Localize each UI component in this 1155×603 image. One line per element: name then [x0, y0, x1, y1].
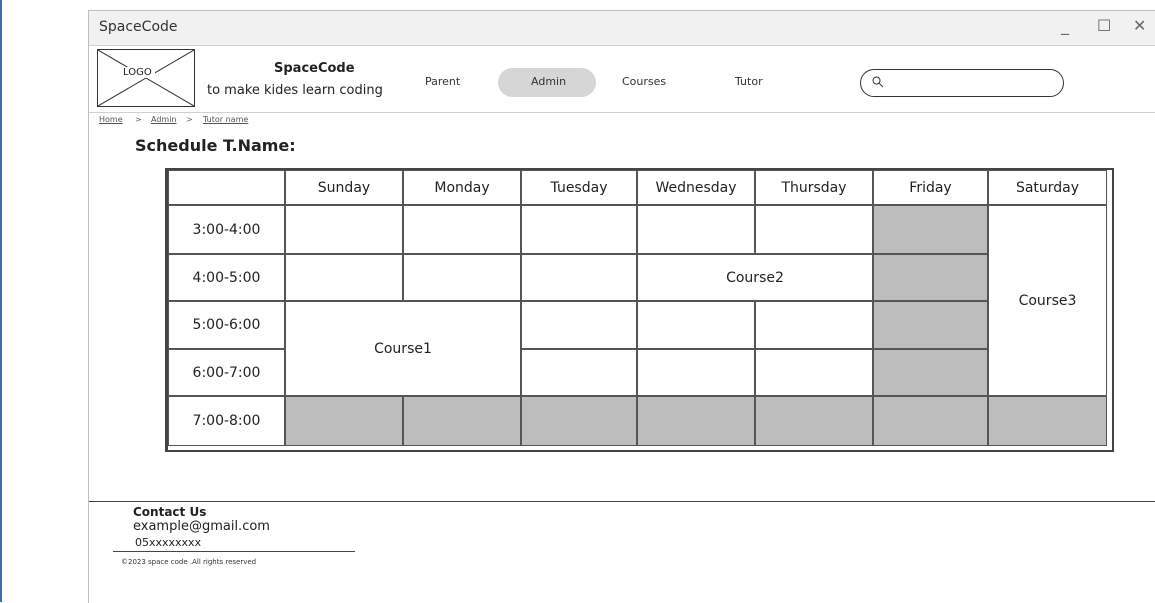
schedule-slot[interactable] — [285, 205, 403, 254]
breadcrumb-admin[interactable]: Admin — [151, 115, 177, 124]
time-slot-label: 4:00-5:00 — [168, 254, 285, 301]
breadcrumb-separator: > — [135, 115, 142, 124]
schedule-slot[interactable] — [521, 301, 637, 349]
minimize-icon[interactable]: _ — [1061, 16, 1069, 35]
title-bar: SpaceCode _ ☐ ✕ — [89, 11, 1155, 46]
unavailable-slot[interactable] — [285, 396, 403, 446]
search-input[interactable] — [889, 73, 1053, 93]
unavailable-slot[interactable] — [873, 254, 988, 301]
time-slot-label: 3:00-4:00 — [168, 205, 285, 254]
schedule-slot[interactable] — [521, 349, 637, 396]
course-block-2[interactable]: Course2 — [637, 254, 873, 301]
maximize-icon[interactable]: ☐ — [1097, 16, 1111, 35]
schedule-slot[interactable] — [403, 205, 521, 254]
time-slot-label: 6:00-7:00 — [168, 349, 285, 396]
nav-parent[interactable]: Parent — [425, 75, 460, 88]
time-slot-label: 7:00-8:00 — [168, 396, 285, 446]
schedule-slot[interactable] — [637, 349, 755, 396]
unavailable-slot[interactable] — [873, 349, 988, 396]
schedule-slot[interactable] — [403, 254, 521, 301]
page-title: Schedule T.Name: — [135, 136, 296, 155]
day-header-monday: Monday — [403, 170, 521, 205]
schedule-slot[interactable] — [521, 254, 637, 301]
unavailable-slot[interactable] — [873, 396, 988, 446]
nav-courses[interactable]: Courses — [622, 75, 666, 88]
unavailable-slot[interactable] — [403, 396, 521, 446]
course-block-1[interactable]: Course1 — [285, 301, 521, 396]
nav-admin[interactable]: Admin — [531, 75, 566, 88]
schedule-slot[interactable] — [755, 349, 873, 396]
search-box[interactable] — [860, 69, 1064, 97]
unavailable-slot[interactable] — [873, 301, 988, 349]
brand-tagline: to make kides learn coding — [207, 83, 383, 98]
schedule-slot[interactable] — [755, 205, 873, 254]
day-header-saturday: Saturday — [988, 170, 1107, 205]
nav-tutor[interactable]: Tutor — [735, 75, 763, 88]
window-title: SpaceCode — [99, 19, 178, 35]
schedule-slot[interactable] — [285, 254, 403, 301]
unavailable-slot[interactable] — [637, 396, 755, 446]
breadcrumb-home[interactable]: Home — [99, 115, 123, 124]
left-edge-border — [0, 0, 2, 602]
course-block-3[interactable]: Course3 — [988, 205, 1107, 396]
contact-title: Contact Us — [133, 505, 207, 519]
logo-text: LOGO — [120, 67, 155, 78]
schedule-slot[interactable] — [637, 205, 755, 254]
logo-placeholder: LOGO — [97, 49, 195, 107]
header-divider — [89, 112, 1155, 113]
breadcrumb-separator: > — [186, 115, 193, 124]
unavailable-slot[interactable] — [755, 396, 873, 446]
day-header-sunday: Sunday — [285, 170, 403, 205]
day-header-friday: Friday — [873, 170, 988, 205]
contact-email[interactable]: example@gmail.com — [133, 519, 270, 534]
logo-cross-icon — [98, 50, 194, 106]
day-header-wednesday: Wednesday — [637, 170, 755, 205]
unavailable-slot[interactable] — [521, 396, 637, 446]
time-slot-label: 5:00-6:00 — [168, 301, 285, 349]
app-window: SpaceCode _ ☐ ✕ LOGO SpaceCode to make k… — [88, 10, 1155, 603]
corner-cell — [168, 170, 285, 205]
brand-name: SpaceCode — [274, 61, 355, 76]
schedule-slot[interactable] — [521, 205, 637, 254]
close-icon[interactable]: ✕ — [1133, 16, 1146, 35]
footer-divider — [89, 501, 1155, 502]
schedule-table: Sunday Monday Tuesday Wednesday Thursday Frid… — [165, 168, 1114, 452]
day-header-thursday: Thursday — [755, 170, 873, 205]
unavailable-slot[interactable] — [873, 205, 988, 254]
schedule-slot[interactable] — [755, 301, 873, 349]
search-icon[interactable] — [872, 76, 884, 88]
day-header-tuesday: Tuesday — [521, 170, 637, 205]
copyright-text: ©2023 space code .All rights reserved — [121, 558, 257, 566]
unavailable-slot[interactable] — [988, 396, 1107, 446]
contact-phone: 05xxxxxxxx — [135, 536, 202, 549]
schedule-slot[interactable] — [637, 301, 755, 349]
breadcrumb-tutor[interactable]: Tutor name — [203, 115, 248, 124]
copyright-divider — [113, 551, 355, 552]
